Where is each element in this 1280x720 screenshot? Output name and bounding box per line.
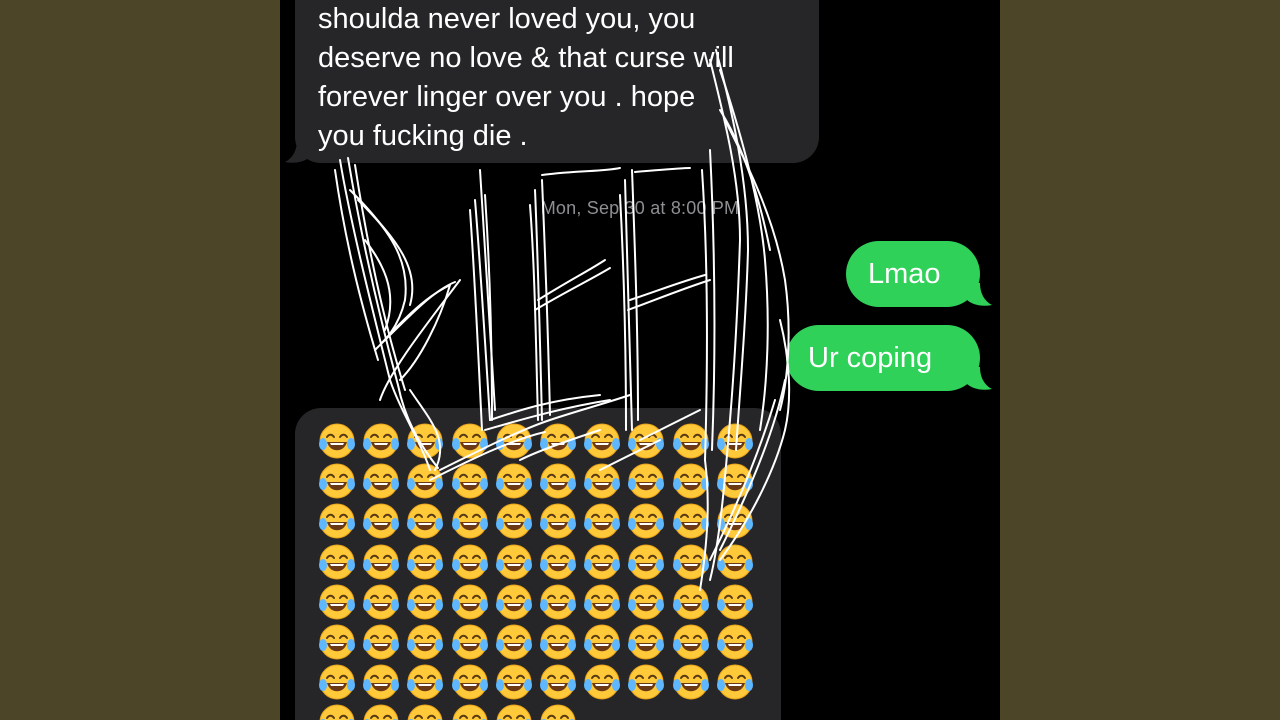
message-line: shoulda never loved you, you [318, 3, 696, 35]
tears-of-joy-emoji-icon [406, 583, 444, 621]
tears-of-joy-emoji-icon [583, 623, 621, 661]
sent-message-bubble[interactable]: Lmao [846, 241, 980, 307]
tears-of-joy-emoji-icon [627, 422, 665, 460]
message-line: forever linger over you . hope [318, 81, 696, 113]
tears-of-joy-emoji-icon [672, 422, 710, 460]
tears-of-joy-emoji-icon [539, 422, 577, 460]
tears-of-joy-emoji-icon [318, 543, 356, 581]
tears-of-joy-emoji-icon [406, 462, 444, 500]
tears-of-joy-emoji-icon [362, 623, 400, 661]
message-line: you fucking die . [318, 120, 528, 152]
tears-of-joy-emoji-icon [716, 543, 754, 581]
tears-of-joy-emoji-icon [672, 623, 710, 661]
tears-of-joy-emoji-icon [672, 583, 710, 621]
tears-of-joy-emoji-icon [362, 422, 400, 460]
tears-of-joy-emoji-icon [362, 663, 400, 701]
tears-of-joy-emoji-icon [495, 583, 533, 621]
tears-of-joy-emoji-icon [583, 422, 621, 460]
tears-of-joy-emoji-icon [406, 663, 444, 701]
tears-of-joy-emoji-icon [406, 502, 444, 540]
tears-of-joy-emoji-icon [539, 543, 577, 581]
video-frame: shoulda never loved you, you deserve no … [0, 0, 1280, 720]
tears-of-joy-emoji-icon [539, 583, 577, 621]
tears-of-joy-emoji-icon [451, 623, 489, 661]
tears-of-joy-emoji-icon [318, 623, 356, 661]
tears-of-joy-emoji-icon [672, 462, 710, 500]
tears-of-joy-emoji-icon [495, 663, 533, 701]
received-message-bubble[interactable]: shoulda never loved you, you deserve no … [295, 0, 819, 163]
tears-of-joy-emoji-icon [495, 422, 533, 460]
tears-of-joy-emoji-icon [583, 543, 621, 581]
tears-of-joy-emoji-icon [495, 462, 533, 500]
tears-of-joy-emoji-icon [627, 663, 665, 701]
tears-of-joy-emoji-icon [716, 623, 754, 661]
tears-of-joy-emoji-icon [583, 502, 621, 540]
tears-of-joy-emoji-icon [406, 623, 444, 661]
tears-of-joy-emoji-icon [495, 623, 533, 661]
tears-of-joy-emoji-icon [627, 623, 665, 661]
tears-of-joy-emoji-icon [716, 422, 754, 460]
tears-of-joy-emoji-icon [406, 703, 444, 720]
tears-of-joy-emoji-icon [627, 462, 665, 500]
tears-of-joy-emoji-icon [362, 543, 400, 581]
tears-of-joy-emoji-icon [318, 703, 356, 720]
tears-of-joy-emoji-icon [627, 543, 665, 581]
tears-of-joy-emoji-icon [627, 502, 665, 540]
tears-of-joy-emoji-icon [451, 543, 489, 581]
tears-of-joy-emoji-icon [539, 502, 577, 540]
tears-of-joy-emoji-icon [539, 462, 577, 500]
tears-of-joy-emoji-icon [539, 623, 577, 661]
message-line: deserve no love & that curse will [318, 42, 734, 74]
tears-of-joy-emoji-icon [451, 422, 489, 460]
sent-bubble-tail [966, 283, 992, 306]
tears-of-joy-emoji-icon [318, 502, 356, 540]
tears-of-joy-emoji-icon [672, 502, 710, 540]
tears-of-joy-emoji-icon [716, 462, 754, 500]
tears-of-joy-emoji-icon [583, 663, 621, 701]
received-bubble-tail [285, 140, 311, 163]
tears-of-joy-emoji-icon [583, 583, 621, 621]
tears-of-joy-emoji-icon [451, 462, 489, 500]
tears-of-joy-emoji-icon [362, 583, 400, 621]
message-timestamp: Mon, Sep 30 at 8:00 PM [540, 198, 740, 218]
tears-of-joy-emoji-icon [451, 663, 489, 701]
emoji-grid [318, 422, 768, 720]
tears-of-joy-emoji-icon [672, 663, 710, 701]
tears-of-joy-emoji-icon [539, 703, 577, 720]
tears-of-joy-emoji-icon [539, 663, 577, 701]
tears-of-joy-emoji-icon [716, 663, 754, 701]
tears-of-joy-emoji-icon [716, 502, 754, 540]
tears-of-joy-emoji-icon [451, 703, 489, 720]
tears-of-joy-emoji-icon [495, 543, 533, 581]
tears-of-joy-emoji-icon [362, 502, 400, 540]
tears-of-joy-emoji-icon [318, 422, 356, 460]
tears-of-joy-emoji-icon [672, 543, 710, 581]
sent-bubble-tail [966, 367, 992, 390]
tears-of-joy-emoji-icon [627, 583, 665, 621]
tears-of-joy-emoji-icon [406, 543, 444, 581]
tears-of-joy-emoji-icon [583, 462, 621, 500]
sent-message-bubble[interactable]: Ur coping [786, 325, 980, 391]
tears-of-joy-emoji-icon [495, 502, 533, 540]
tears-of-joy-emoji-icon [362, 703, 400, 720]
tears-of-joy-emoji-icon [362, 462, 400, 500]
tears-of-joy-emoji-icon [318, 663, 356, 701]
tears-of-joy-emoji-icon [495, 703, 533, 720]
tears-of-joy-emoji-icon [318, 583, 356, 621]
tears-of-joy-emoji-icon [451, 502, 489, 540]
messages-screen: shoulda never loved you, you deserve no … [280, 0, 1000, 720]
tears-of-joy-emoji-icon [318, 462, 356, 500]
tears-of-joy-emoji-icon [716, 583, 754, 621]
tears-of-joy-emoji-icon [451, 583, 489, 621]
tears-of-joy-emoji-icon [406, 422, 444, 460]
